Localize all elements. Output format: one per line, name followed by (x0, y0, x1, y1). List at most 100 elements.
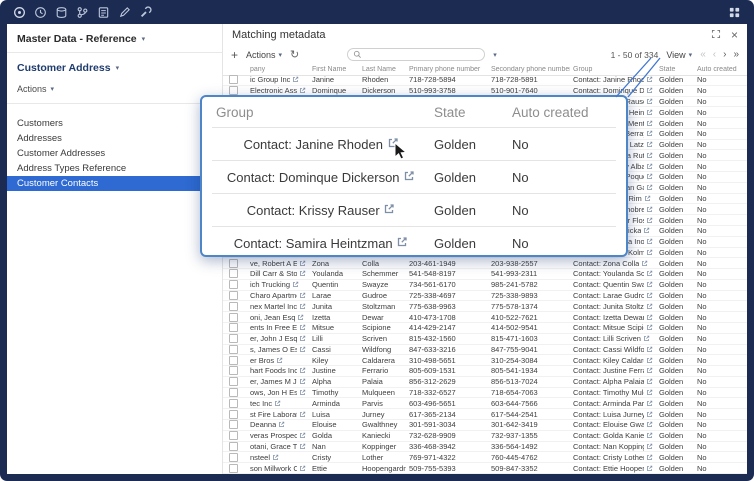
row-checkbox[interactable] (229, 453, 238, 462)
table-row[interactable]: ents In Free EntrprsMitsueScipione414-42… (223, 323, 747, 334)
close-icon[interactable]: × (731, 30, 738, 40)
open-record-icon[interactable] (299, 346, 306, 353)
actions-button[interactable]: Actions ▾ (246, 50, 282, 60)
row-checkbox[interactable] (229, 399, 238, 408)
row-checkbox[interactable] (229, 313, 238, 322)
open-record-icon[interactable] (292, 281, 299, 288)
open-record-icon[interactable] (299, 389, 306, 396)
open-record-icon[interactable] (299, 292, 306, 299)
row-checkbox[interactable] (229, 388, 238, 397)
row-checkbox[interactable] (229, 442, 238, 451)
open-record-icon[interactable] (646, 184, 653, 191)
open-record-icon[interactable] (646, 130, 653, 137)
open-record-icon[interactable] (299, 260, 306, 267)
apps-grid-icon[interactable] (727, 5, 742, 20)
open-record-icon[interactable] (646, 152, 653, 159)
open-record-icon[interactable] (646, 303, 653, 310)
open-record-icon[interactable] (646, 163, 653, 170)
open-record-icon[interactable] (274, 400, 281, 407)
edit-icon[interactable] (117, 5, 132, 20)
open-record-icon[interactable] (646, 98, 653, 105)
col-header-last-name[interactable]: Last Name (359, 66, 406, 73)
open-record-icon[interactable] (276, 357, 283, 364)
table-row[interactable]: ich TruckingQuentinSwayze734-561-6170985… (223, 280, 747, 291)
table-row[interactable]: ows, Jon H EsqTimothyMulqueen718-332-652… (223, 388, 747, 399)
open-record-icon[interactable] (643, 227, 650, 234)
open-record-icon[interactable] (299, 411, 306, 418)
row-checkbox[interactable] (229, 291, 238, 300)
open-record-icon[interactable] (641, 260, 648, 267)
table-row[interactable]: oni, Jean EsqIzettaDewar410-473-1708410-… (223, 312, 747, 323)
open-record-icon[interactable] (646, 141, 653, 148)
row-checkbox[interactable] (229, 280, 238, 289)
prev-page-icon[interactable]: ‹ (713, 49, 716, 60)
row-checkbox[interactable] (229, 345, 238, 354)
next-page-icon[interactable]: › (723, 49, 726, 60)
open-record-icon[interactable] (297, 314, 304, 321)
row-checkbox[interactable] (229, 75, 238, 84)
open-record-icon[interactable] (396, 236, 408, 248)
refresh-icon[interactable]: ↻ (290, 48, 299, 61)
row-checkbox[interactable] (229, 86, 238, 95)
search-box[interactable] (347, 48, 485, 61)
open-record-icon[interactable] (299, 87, 306, 94)
open-record-icon[interactable] (646, 217, 653, 224)
table-row[interactable]: er, John J EsqLilliScriven815-432-156081… (223, 334, 747, 345)
open-record-icon[interactable] (646, 314, 653, 321)
open-record-icon[interactable] (299, 378, 306, 385)
branch-icon[interactable] (75, 5, 90, 20)
col-header-primary-phone-number[interactable]: Primary phone number (406, 66, 488, 73)
open-record-icon[interactable] (646, 76, 653, 83)
table-row[interactable]: s, James O EsqCassiWildfong847-633-32168… (223, 345, 747, 356)
table-row[interactable]: Dill Carr & StonbrakerYoulandaSchemmer54… (223, 269, 747, 280)
open-record-icon[interactable] (299, 465, 306, 472)
open-record-icon[interactable] (646, 411, 653, 418)
open-record-icon[interactable] (646, 378, 653, 385)
open-record-icon[interactable] (646, 206, 653, 213)
col-header-auto-created[interactable]: Auto created (694, 66, 747, 73)
table-row[interactable]: nex Martel IncJunitaStoltzman775-638-996… (223, 301, 747, 312)
tasks-icon[interactable] (96, 5, 111, 20)
row-checkbox[interactable] (229, 323, 238, 332)
app-logo-icon[interactable] (12, 5, 27, 20)
open-record-icon[interactable] (646, 389, 653, 396)
open-record-icon[interactable] (646, 432, 653, 439)
table-row[interactable]: Charo ApartmentsLaraeGudroe725-338-46977… (223, 291, 747, 302)
sidebar-item-addresses[interactable]: Addresses (7, 131, 222, 146)
open-record-icon[interactable] (646, 292, 653, 299)
last-page-icon[interactable]: » (733, 49, 739, 60)
table-row[interactable]: er, James M JrAlphaPalaia856-312-2629856… (223, 377, 747, 388)
history-icon[interactable] (33, 5, 48, 20)
col-header-secondary-phone-number[interactable]: Secondary phone number (488, 66, 570, 73)
open-record-icon[interactable] (646, 357, 653, 364)
table-row[interactable]: nsteelCristyLother769-971-4322760-445-47… (223, 452, 747, 463)
sidebar-item-customers[interactable]: Customers (7, 116, 222, 131)
row-checkbox[interactable] (229, 356, 238, 365)
table-row[interactable]: er BrosKileyCaldarera310-498-5651310-254… (223, 355, 747, 366)
row-checkbox[interactable] (229, 302, 238, 311)
open-record-icon[interactable] (646, 400, 653, 407)
table-row[interactable]: ic Group IncJanineRhoden718-728-5894718-… (223, 75, 747, 86)
col-header-pany[interactable]: pany (247, 66, 309, 73)
table-row[interactable]: ve, Robert A EsqZonaColla203-461-1949203… (223, 258, 747, 269)
view-button[interactable]: View ▾ (666, 50, 692, 60)
open-record-icon[interactable] (646, 443, 653, 450)
row-checkbox[interactable] (229, 431, 238, 440)
open-record-icon[interactable] (646, 346, 653, 353)
open-record-icon[interactable] (299, 270, 306, 277)
table-row[interactable]: son Millwork CoEttieHoopengardner509-755… (223, 463, 747, 474)
open-record-icon[interactable] (646, 87, 653, 94)
row-checkbox[interactable] (229, 366, 238, 375)
open-record-icon[interactable] (643, 335, 650, 342)
open-record-icon[interactable] (646, 421, 653, 428)
table-row[interactable]: st Fire LaboratoryLuisaJurney617-365-213… (223, 409, 747, 420)
open-record-icon[interactable] (387, 137, 399, 149)
open-record-icon[interactable] (646, 270, 653, 277)
open-record-icon[interactable] (646, 367, 653, 374)
table-row[interactable]: DeannaElouiseGwalthney301-591-3034301-64… (223, 420, 747, 431)
sidebar-actions-button[interactable]: Actions ▾ (7, 77, 222, 103)
add-record-button[interactable]: + (231, 48, 238, 62)
row-checkbox[interactable] (229, 269, 238, 278)
open-record-icon[interactable] (299, 335, 306, 342)
open-record-icon[interactable] (646, 454, 653, 461)
